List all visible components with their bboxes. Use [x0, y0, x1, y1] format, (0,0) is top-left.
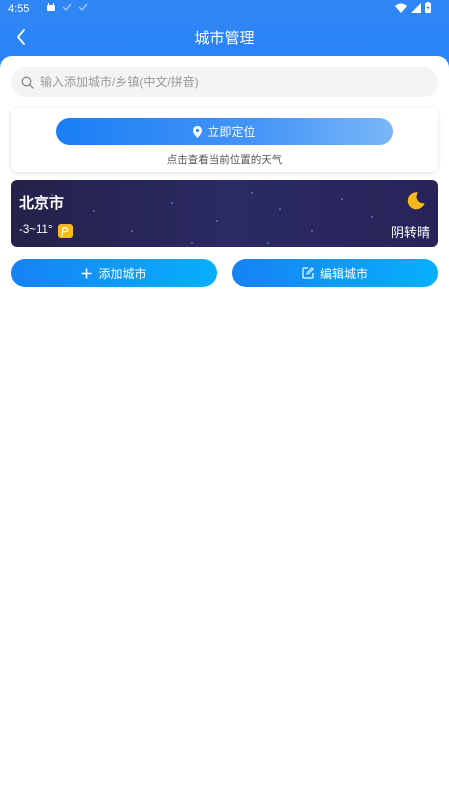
city-temp-range: -3~11°: [19, 224, 53, 236]
star-decoration: [216, 220, 218, 222]
check-icon: [78, 3, 88, 12]
aqi-badge: [58, 224, 73, 238]
star-decoration: [341, 198, 343, 200]
edit-city-button[interactable]: 编辑城市: [232, 259, 438, 287]
locate-card: 立即定位 点击查看当前位置的天气: [11, 108, 438, 172]
android-icon: [47, 3, 55, 11]
locate-now-button[interactable]: 立即定位: [56, 118, 393, 145]
leaf-icon: [61, 227, 69, 237]
plus-icon: [81, 268, 92, 278]
search-input[interactable]: [40, 75, 420, 89]
edit-icon: [302, 267, 314, 279]
system-icons: [395, 2, 431, 13]
star-decoration: [371, 216, 373, 218]
city-card[interactable]: 北京市 -3~11° 阴转晴: [11, 180, 438, 247]
locate-button-label: 立即定位: [207, 125, 256, 139]
search-bar[interactable]: [11, 67, 438, 97]
check-icon: [62, 3, 72, 12]
city-name: 北京市: [19, 195, 65, 212]
page-title: 城市管理: [194, 30, 255, 47]
star-decoration: [131, 230, 133, 232]
add-city-button[interactable]: 添加城市: [11, 259, 217, 287]
search-icon: [21, 76, 34, 89]
city-weather-text: 阴转晴: [390, 225, 430, 240]
wifi-icon: [395, 3, 407, 13]
locate-hint: 点击查看当前位置的天气: [166, 154, 283, 166]
star-decoration: [251, 192, 253, 194]
edit-city-label: 编辑城市: [319, 266, 368, 281]
nav-bar: 城市管理: [0, 18, 449, 56]
star-decoration: [311, 230, 313, 232]
signal-icon: [411, 2, 421, 13]
star-decoration: [93, 210, 95, 212]
star-decoration: [267, 242, 269, 244]
star-decoration: [191, 242, 193, 244]
location-pin-icon: [193, 125, 203, 138]
status-time: 4:55: [8, 3, 30, 15]
status-bar: 4:55: [0, 0, 449, 18]
battery-icon: [425, 2, 431, 13]
add-city-label: 添加城市: [98, 266, 147, 281]
star-decoration: [171, 202, 173, 204]
main-content: 立即定位 点击查看当前位置的天气 北京市 -3~11° 阴转晴 添: [0, 56, 449, 798]
notification-icons: [46, 2, 88, 12]
moon-icon: [407, 192, 425, 210]
star-decoration: [279, 208, 281, 210]
